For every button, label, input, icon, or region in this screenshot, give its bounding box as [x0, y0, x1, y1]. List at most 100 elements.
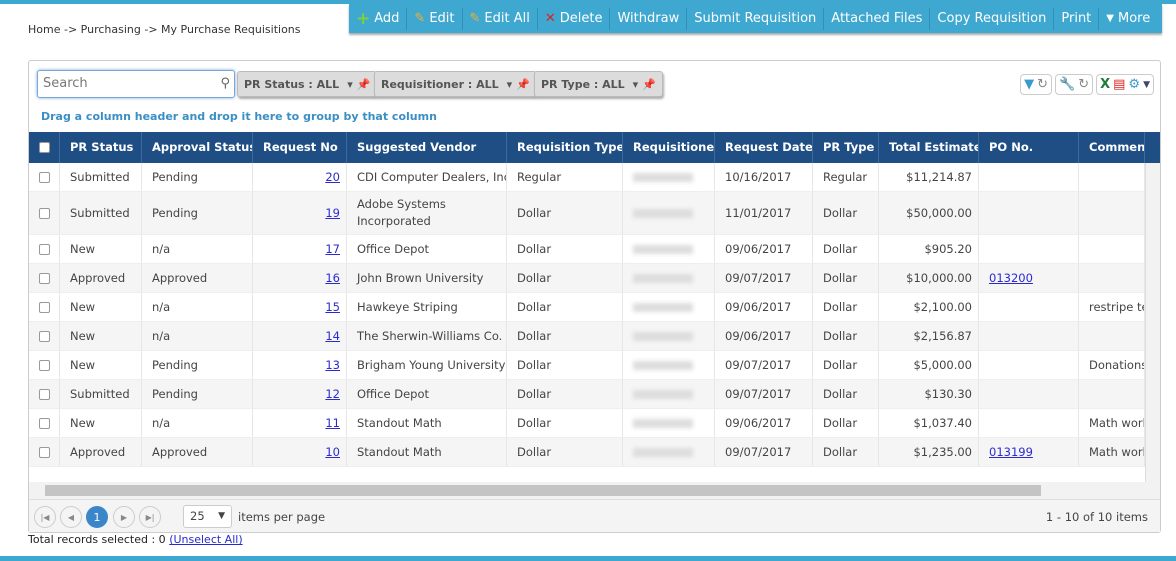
request-link[interactable]: 10 — [325, 445, 340, 459]
table-row[interactable]: Approved Approved 16 John Brown University D… — [29, 264, 1145, 293]
cell-requisition-type: Dollar — [507, 235, 623, 263]
row-checkbox[interactable] — [39, 171, 50, 183]
table-row[interactable]: New n/a 17 Office Depot Dollar 09/06/2017 Doll… — [29, 235, 1145, 264]
submit-requisition-button[interactable]: Submit Requisition — [687, 7, 825, 30]
column-header-po-no-[interactable]: PO No. — [979, 132, 1079, 163]
cell-text: 09/06/2017 — [725, 242, 792, 256]
cell-text: New — [70, 416, 96, 430]
row-checkbox[interactable] — [39, 301, 50, 313]
table-row[interactable]: Approved Approved 10 Standout Math Dollar 09/… — [29, 438, 1145, 467]
gear-icon[interactable]: ⚙ — [1128, 77, 1140, 92]
table-row[interactable]: New n/a 15 Hawkeye Striping Dollar 09/06/2017… — [29, 293, 1145, 322]
table-row[interactable]: New n/a 14 The Sherwin-Williams Co. Dollar 09… — [29, 322, 1145, 351]
page-size-select[interactable]: 25 ▼ — [183, 505, 232, 528]
request-link[interactable]: 17 — [325, 242, 340, 256]
select-all-checkbox[interactable] — [39, 142, 50, 153]
delete-button[interactable]: ✕ Delete — [538, 7, 611, 30]
table-row[interactable]: Submitted Pending 12 Office Depot Dollar 09/0… — [29, 380, 1145, 409]
request-link[interactable]: 15 — [325, 300, 340, 314]
pdf-icon[interactable]: ▤ — [1113, 77, 1125, 92]
column-header-requisitioner[interactable]: Requisitioner — [623, 132, 715, 163]
print-button[interactable]: Print — [1054, 7, 1100, 30]
row-checkbox[interactable] — [39, 388, 50, 400]
horizontal-scrollbar[interactable] — [29, 482, 1160, 499]
search-icon[interactable]: ⚲ — [220, 76, 230, 91]
row-checkbox[interactable] — [39, 207, 50, 219]
request-link[interactable]: 20 — [325, 170, 340, 184]
reset-filter-icon[interactable]: ↻ — [1037, 77, 1048, 92]
reset-layout-icon[interactable]: ↻ — [1078, 77, 1089, 92]
request-link[interactable]: 16 — [325, 271, 340, 285]
column-header-pr-type[interactable]: PR Type — [813, 132, 879, 163]
edit-button[interactable]: ✎ Edit — [407, 7, 463, 30]
pin-icon[interactable]: ▾ 📌 — [633, 78, 656, 91]
redacted-name — [633, 389, 693, 399]
table-row[interactable]: New n/a 11 Standout Math Dollar 09/06/2017 Dol… — [29, 409, 1145, 438]
more-button[interactable]: ▼ More — [1099, 8, 1157, 30]
cell-requisitioner — [623, 438, 715, 466]
pin-icon[interactable]: ▾ 📌 — [347, 78, 370, 91]
cell-text: Pending — [152, 358, 198, 372]
vertical-scrollbar[interactable] — [1145, 163, 1160, 485]
page-1-button[interactable]: 1 — [86, 506, 108, 528]
edit-all-button[interactable]: ✎ Edit All — [463, 7, 538, 30]
cell-text: Hawkeye Striping — [357, 300, 458, 314]
cell-text: CDI Computer Dealers, Inc. — [357, 170, 507, 184]
request-link[interactable]: 13 — [325, 358, 340, 372]
row-checkbox[interactable] — [39, 272, 50, 284]
add-button[interactable]: + Add — [349, 7, 408, 30]
filter-requisitioner[interactable]: Requisitioner : ALL ▾ 📌 — [374, 71, 537, 97]
column-header-requisition-type[interactable]: Requisition Type — [507, 132, 623, 163]
column-header-pr-status[interactable]: PR Status — [60, 132, 142, 163]
cell-text: John Brown University — [357, 271, 484, 285]
po-link[interactable]: 013200 — [989, 271, 1033, 285]
request-link[interactable]: 11 — [325, 416, 340, 430]
cell-request-date: 09/06/2017 — [715, 409, 813, 437]
prev-page-button[interactable]: ◀ — [60, 506, 82, 528]
filter-pr-type[interactable]: PR Type : ALL ▾ 📌 — [534, 71, 663, 97]
chevron-down-icon[interactable]: ▼ — [1143, 80, 1150, 90]
table-row[interactable]: New Pending 13 Brigham Young University Doll… — [29, 351, 1145, 380]
column-header-approval-status[interactable]: Approval Status — [142, 132, 253, 163]
cell-total-estimate: $2,100.00 — [879, 293, 979, 321]
search-input[interactable]: Search ⚲ — [37, 70, 235, 98]
first-page-button[interactable]: |◀ — [34, 506, 56, 528]
cell-text: $130.30 — [924, 387, 972, 401]
row-checkbox[interactable] — [39, 446, 50, 458]
po-link[interactable]: 013199 — [989, 445, 1033, 459]
column-header-total-estimate[interactable]: Total Estimate — [879, 132, 979, 163]
attached-files-button[interactable]: Attached Files — [824, 7, 931, 30]
cell-text: Dollar — [517, 387, 552, 401]
table-row[interactable]: Submitted Pending 20 CDI Computer Dealers, … — [29, 163, 1145, 192]
withdraw-button[interactable]: Withdraw — [610, 7, 688, 30]
copy-requisition-button[interactable]: Copy Requisition — [930, 7, 1055, 30]
row-checkbox[interactable] — [39, 243, 50, 255]
row-checkbox[interactable] — [39, 330, 50, 342]
cell-text: Dollar — [823, 271, 858, 285]
last-page-button[interactable]: ▶| — [139, 506, 161, 528]
cell-requisitioner — [623, 235, 715, 263]
row-checkbox[interactable] — [39, 417, 50, 429]
next-page-button[interactable]: ▶ — [113, 506, 135, 528]
table-row[interactable]: Submitted Pending 19 Adobe Systems Incorpor… — [29, 192, 1145, 235]
request-link[interactable]: 19 — [325, 206, 340, 220]
column-header-suggested-vendor[interactable]: Suggested Vendor — [347, 132, 507, 163]
filter-pr-status[interactable]: PR Status : ALL ▾ 📌 — [237, 71, 378, 97]
wrench-icon[interactable]: 🔧 — [1059, 77, 1075, 92]
filter-icon[interactable]: ▼ — [1024, 77, 1034, 92]
cell-request-date: 09/07/2017 — [715, 264, 813, 292]
cell-total-estimate: $905.20 — [879, 235, 979, 263]
row-checkbox[interactable] — [39, 359, 50, 371]
column-header-request-date[interactable]: Request Date — [715, 132, 813, 163]
column-header-request-no[interactable]: Request No ↓ — [253, 132, 347, 163]
column-header-comments[interactable]: Comments — [1079, 132, 1145, 163]
scroll-thumb[interactable] — [45, 485, 1041, 496]
request-link[interactable]: 12 — [325, 387, 340, 401]
unselect-all-link[interactable]: (Unselect All) — [169, 533, 242, 546]
checkbox-cell — [29, 264, 60, 292]
pin-icon[interactable]: ▾ 📌 — [507, 78, 530, 91]
excel-icon[interactable]: X — [1100, 77, 1110, 92]
checkbox-cell — [29, 322, 60, 350]
request-link[interactable]: 14 — [325, 329, 340, 343]
cell-request-no: 12 — [253, 380, 347, 408]
